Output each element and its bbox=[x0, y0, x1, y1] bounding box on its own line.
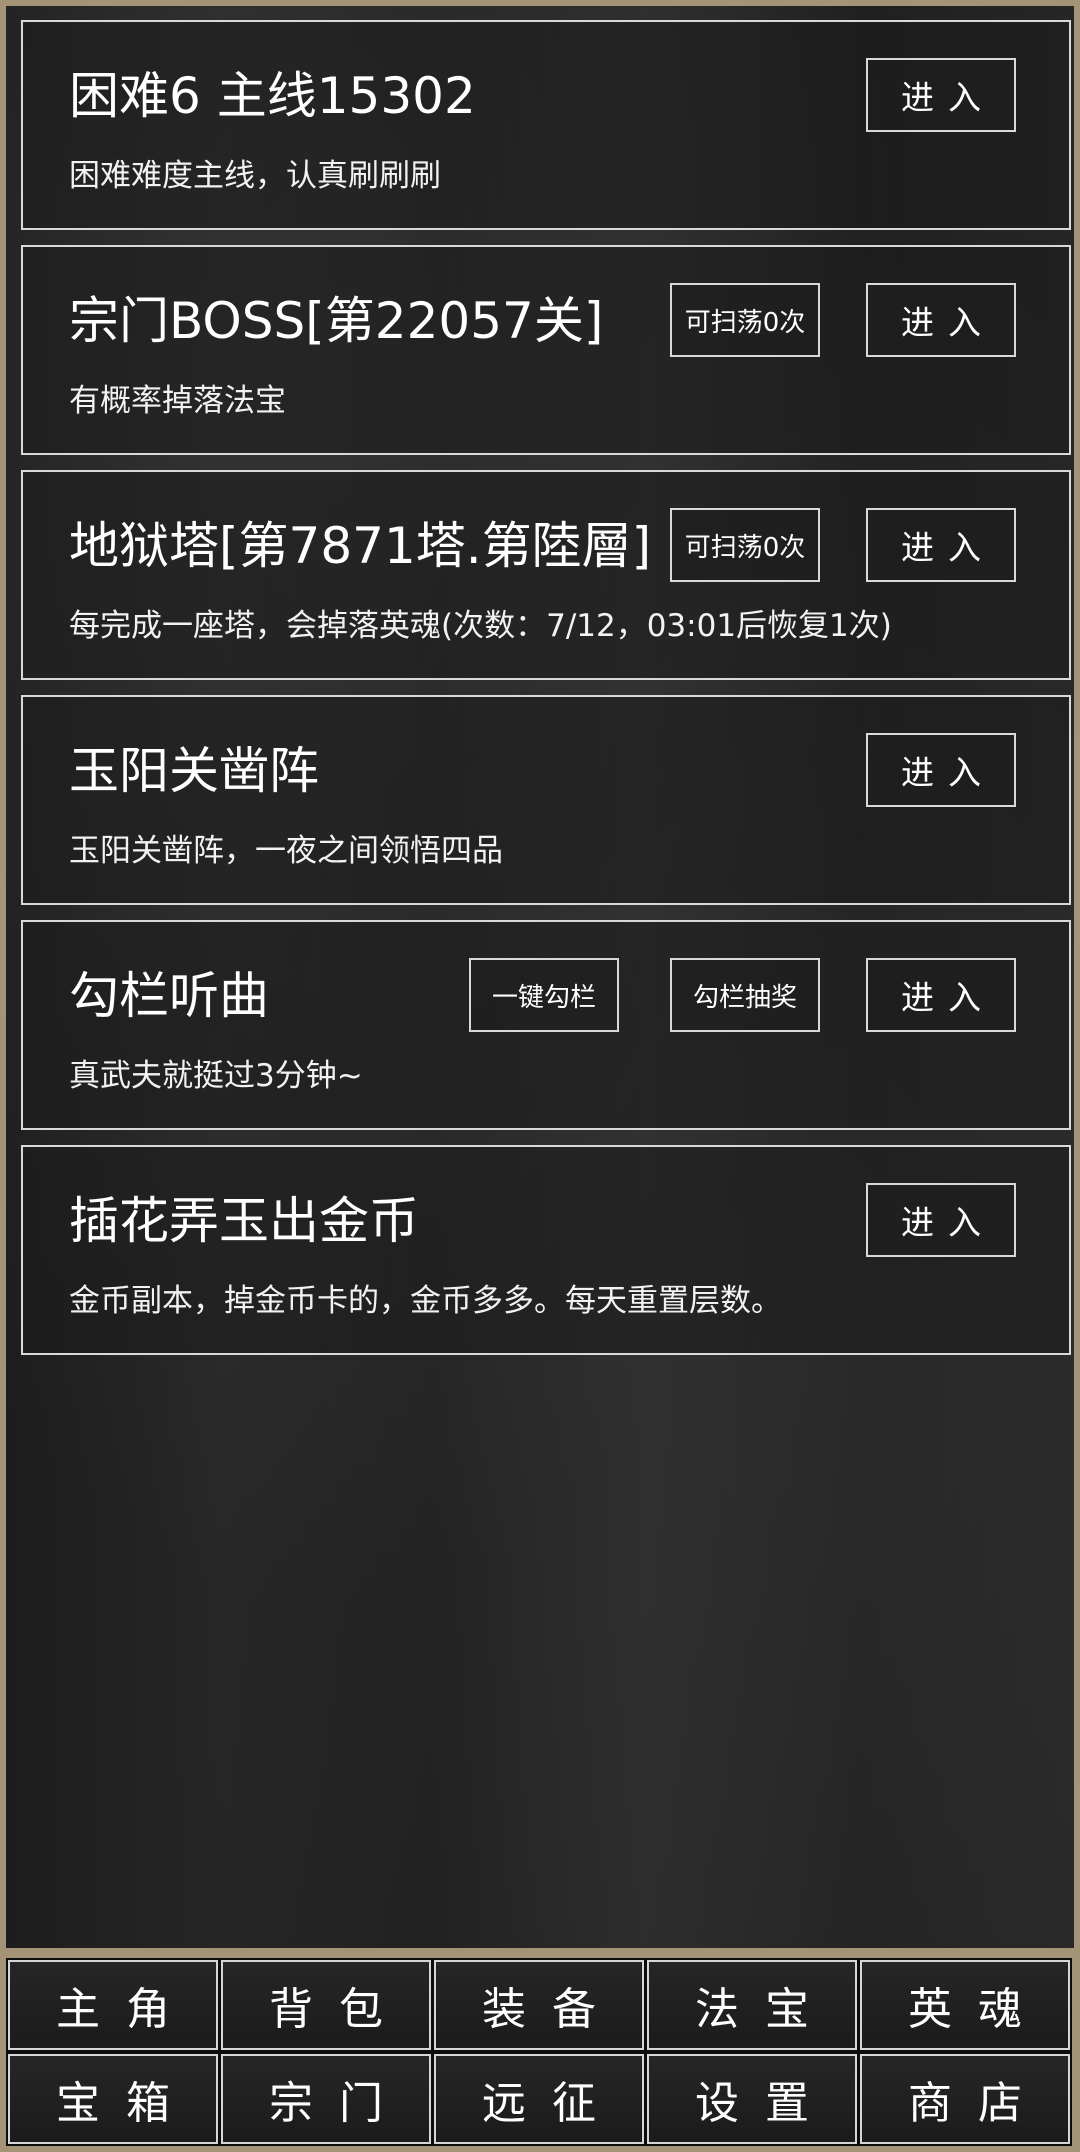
enter-button[interactable]: 进入 bbox=[866, 1183, 1016, 1257]
tab-sect[interactable]: 宗门 bbox=[219, 2052, 433, 2146]
card-title: 插花弄玉出金币 bbox=[69, 1192, 419, 1250]
card-title: 勾栏听曲 bbox=[69, 967, 269, 1025]
tab-treasure[interactable]: 法宝 bbox=[645, 1958, 859, 2052]
card-title: 困难6 主线15302 bbox=[69, 67, 476, 125]
tab-chest[interactable]: 宝箱 bbox=[6, 2052, 220, 2146]
card-desc: 金币副本，掉金币卡的，金币多多。每天重置层数。 bbox=[69, 1283, 782, 1319]
card-desc: 困难难度主线，认真刷刷刷 bbox=[69, 158, 441, 194]
card-title: 玉阳关凿阵 bbox=[69, 742, 319, 800]
card-desc: 玉阳关凿阵，一夜之间领悟四品 bbox=[69, 833, 503, 869]
tab-expedition[interactable]: 远征 bbox=[432, 2052, 646, 2146]
enter-button[interactable]: 进入 bbox=[866, 958, 1016, 1032]
card-title: 宗门BOSS[第22057关] bbox=[69, 292, 604, 350]
card-title: 地狱塔[第7871塔.第陸層] bbox=[69, 517, 652, 575]
card-main-story: 困难6 主线15302 困难难度主线，认真刷刷刷 进入 bbox=[21, 20, 1071, 230]
card-desc: 真武夫就挺过3分钟~ bbox=[69, 1058, 363, 1094]
one-key-goulan-button[interactable]: 一键勾栏 bbox=[469, 958, 619, 1032]
tab-backpack[interactable]: 背包 bbox=[219, 1958, 433, 2052]
card-goulan-music: 勾栏听曲 真武夫就挺过3分钟~ 一键勾栏 勾栏抽奖 进入 bbox=[21, 920, 1071, 1130]
tab-hero[interactable]: 主角 bbox=[6, 1958, 220, 2052]
tab-equipment[interactable]: 装备 bbox=[432, 1958, 646, 2052]
enter-button[interactable]: 进入 bbox=[866, 733, 1016, 807]
enter-button[interactable]: 进入 bbox=[866, 58, 1016, 132]
tab-settings[interactable]: 设置 bbox=[645, 2052, 859, 2146]
card-desc: 有概率掉落法宝 bbox=[69, 383, 286, 419]
goulan-lottery-button[interactable]: 勾栏抽奖 bbox=[670, 958, 820, 1032]
card-yuyang-pass: 玉阳关凿阵 玉阳关凿阵，一夜之间领悟四品 进入 bbox=[21, 695, 1071, 905]
sweep-button[interactable]: 可扫荡0次 bbox=[670, 283, 820, 357]
card-sect-boss: 宗门BOSS[第22057关] 有概率掉落法宝 可扫荡0次 进入 bbox=[21, 245, 1071, 455]
dungeon-panel: 困难6 主线15302 困难难度主线，认真刷刷刷 进入 宗门BOSS[第2205… bbox=[6, 6, 1074, 1948]
sweep-button[interactable]: 可扫荡0次 bbox=[670, 508, 820, 582]
card-desc: 每完成一座塔，会掉落英魂(次数：7/12，03:01后恢复1次) bbox=[69, 608, 892, 644]
enter-button[interactable]: 进入 bbox=[866, 508, 1016, 582]
tab-hero-soul[interactable]: 英魂 bbox=[858, 1958, 1072, 2052]
bottom-nav: 主角 背包 装备 法宝 英魂 宝箱 宗门 远征 设置 商店 bbox=[0, 1948, 1080, 2152]
enter-button[interactable]: 进入 bbox=[866, 283, 1016, 357]
card-gold-dungeon: 插花弄玉出金币 金币副本，掉金币卡的，金币多多。每天重置层数。 进入 bbox=[21, 1145, 1071, 1355]
card-hell-tower: 地狱塔[第7871塔.第陸層] 每完成一座塔，会掉落英魂(次数：7/12，03:… bbox=[21, 470, 1071, 680]
tab-shop[interactable]: 商店 bbox=[858, 2052, 1072, 2146]
